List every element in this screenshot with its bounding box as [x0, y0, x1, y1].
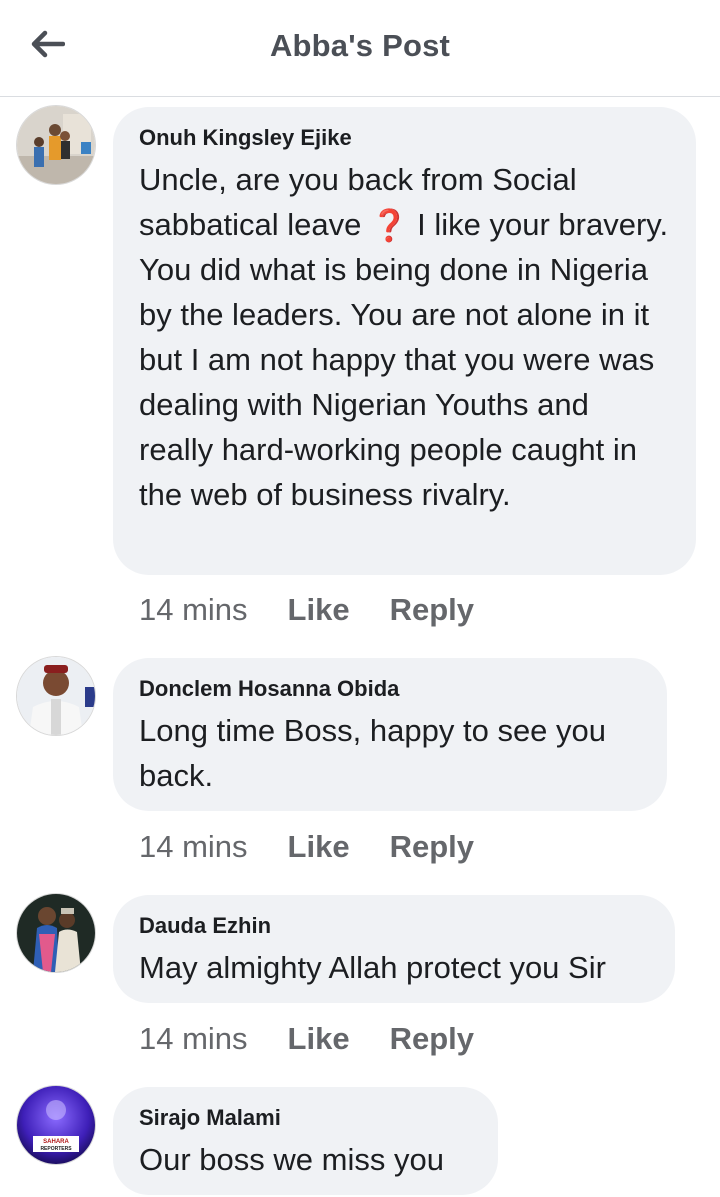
page-title: Abba's Post: [269, 28, 451, 63]
comment-text: Uncle, are you back from Social sabbatic…: [139, 157, 670, 517]
avatar-caption-line1: SAHARA: [43, 1139, 69, 1145]
reply-button[interactable]: Reply: [390, 829, 474, 865]
avatar-image: SAHARA REPORTERS: [17, 1086, 95, 1164]
top-bar: Abba's Post: [0, 0, 720, 97]
reply-button[interactable]: Reply: [390, 1021, 474, 1057]
avatar-image: [17, 106, 95, 184]
like-button[interactable]: Like: [288, 592, 350, 628]
comment-timestamp: 14 mins: [139, 592, 248, 627]
comment-text: May almighty Allah protect you Sir: [139, 950, 606, 985]
comment-bubble: Onuh Kingsley Ejike Uncle, are you back …: [113, 107, 696, 575]
comment-bubble: Donclem Hosanna Obida Long time Boss, ha…: [113, 658, 667, 811]
avatar[interactable]: SAHARA REPORTERS: [17, 1086, 95, 1164]
avatar-image: [17, 657, 95, 735]
comment-bubble: Dauda Ezhin May almighty Allah protect y…: [113, 895, 675, 1003]
comment-author[interactable]: Sirajo Malami: [139, 1105, 472, 1131]
comment-timestamp: 14 mins: [139, 1021, 248, 1056]
avatar[interactable]: [17, 657, 95, 735]
question-emoji-icon: ❓: [369, 208, 409, 243]
comment-actions: 14 mins Like Reply: [139, 1021, 474, 1057]
comment-text: Long time Boss, happy to see you back.: [139, 713, 607, 793]
reply-button[interactable]: Reply: [390, 592, 474, 628]
comment-actions: 14 mins Like Reply: [139, 592, 474, 628]
avatar[interactable]: [17, 894, 95, 972]
comment-author[interactable]: Dauda Ezhin: [139, 913, 649, 939]
comment-actions: 14 mins Like Reply: [139, 829, 474, 865]
comment-text-part: I like your bravery. You did what is bei…: [139, 207, 669, 512]
comment-text: Our boss we miss you: [139, 1142, 444, 1177]
avatar[interactable]: [17, 106, 95, 184]
comment-author[interactable]: Onuh Kingsley Ejike: [139, 125, 670, 151]
like-button[interactable]: Like: [288, 1021, 350, 1057]
comment-bubble: Sirajo Malami Our boss we miss you: [113, 1087, 498, 1195]
comment-timestamp: 14 mins: [139, 829, 248, 864]
avatar-image: [17, 894, 95, 972]
like-button[interactable]: Like: [288, 829, 350, 865]
avatar-caption-line2: REPORTERS: [40, 1146, 72, 1152]
comment-author[interactable]: Donclem Hosanna Obida: [139, 676, 641, 702]
